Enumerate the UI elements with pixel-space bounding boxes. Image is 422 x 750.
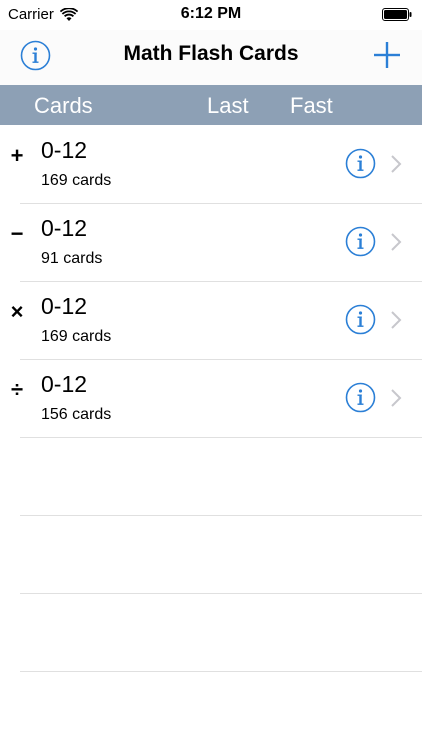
plus-icon: + [10,143,24,168]
battery-icon [382,8,412,21]
deck-card-count: 169 cards [41,172,112,189]
deck-card-count: 156 cards [41,406,112,423]
deck-info-icon[interactable] [345,226,376,257]
chevron-right-icon [391,311,402,329]
status-time: 6:12 PM [180,5,242,22]
deck-title: 0-12 [41,137,88,163]
column-header-bar: Cards Last Fast [0,85,422,125]
chevron-right-icon [391,233,402,251]
chevron-right-icon [391,155,402,173]
times-icon: × [10,299,24,324]
status-bar: Carrier 6:12 PM [0,0,422,30]
deck-row-minus[interactable]: − 0-12 91 cards [0,203,422,282]
column-header-cards: Cards [34,93,93,118]
column-header-fast: Fast [290,93,333,118]
deck-row-divide[interactable]: ÷ 0-12 156 cards [0,359,422,438]
add-deck-button[interactable] [372,40,402,70]
navigation-bar: Math Flash Cards [0,30,422,85]
deck-info-icon[interactable] [345,148,376,179]
deck-info-icon[interactable] [345,304,376,335]
deck-row-times[interactable]: × 0-12 169 cards [0,281,422,360]
divide-icon: ÷ [10,377,24,402]
column-header-last: Last [207,93,249,118]
minus-icon: − [10,221,24,246]
chevron-right-icon [391,389,402,407]
empty-row [0,437,422,516]
deck-card-count: 91 cards [41,250,103,267]
deck-title: 0-12 [41,215,88,241]
deck-row-plus[interactable]: + 0-12 169 cards [0,125,422,204]
page-title: Math Flash Cards [123,42,299,65]
deck-title: 0-12 [41,371,88,397]
info-icon[interactable] [20,40,51,71]
deck-list: + 0-12 169 cards − 0-12 91 cards × 0-12 … [0,125,422,672]
deck-card-count: 169 cards [41,328,112,345]
empty-row [0,593,422,672]
deck-title: 0-12 [41,293,88,319]
row-divider [20,671,422,672]
deck-info-icon[interactable] [345,382,376,413]
empty-row [0,515,422,594]
